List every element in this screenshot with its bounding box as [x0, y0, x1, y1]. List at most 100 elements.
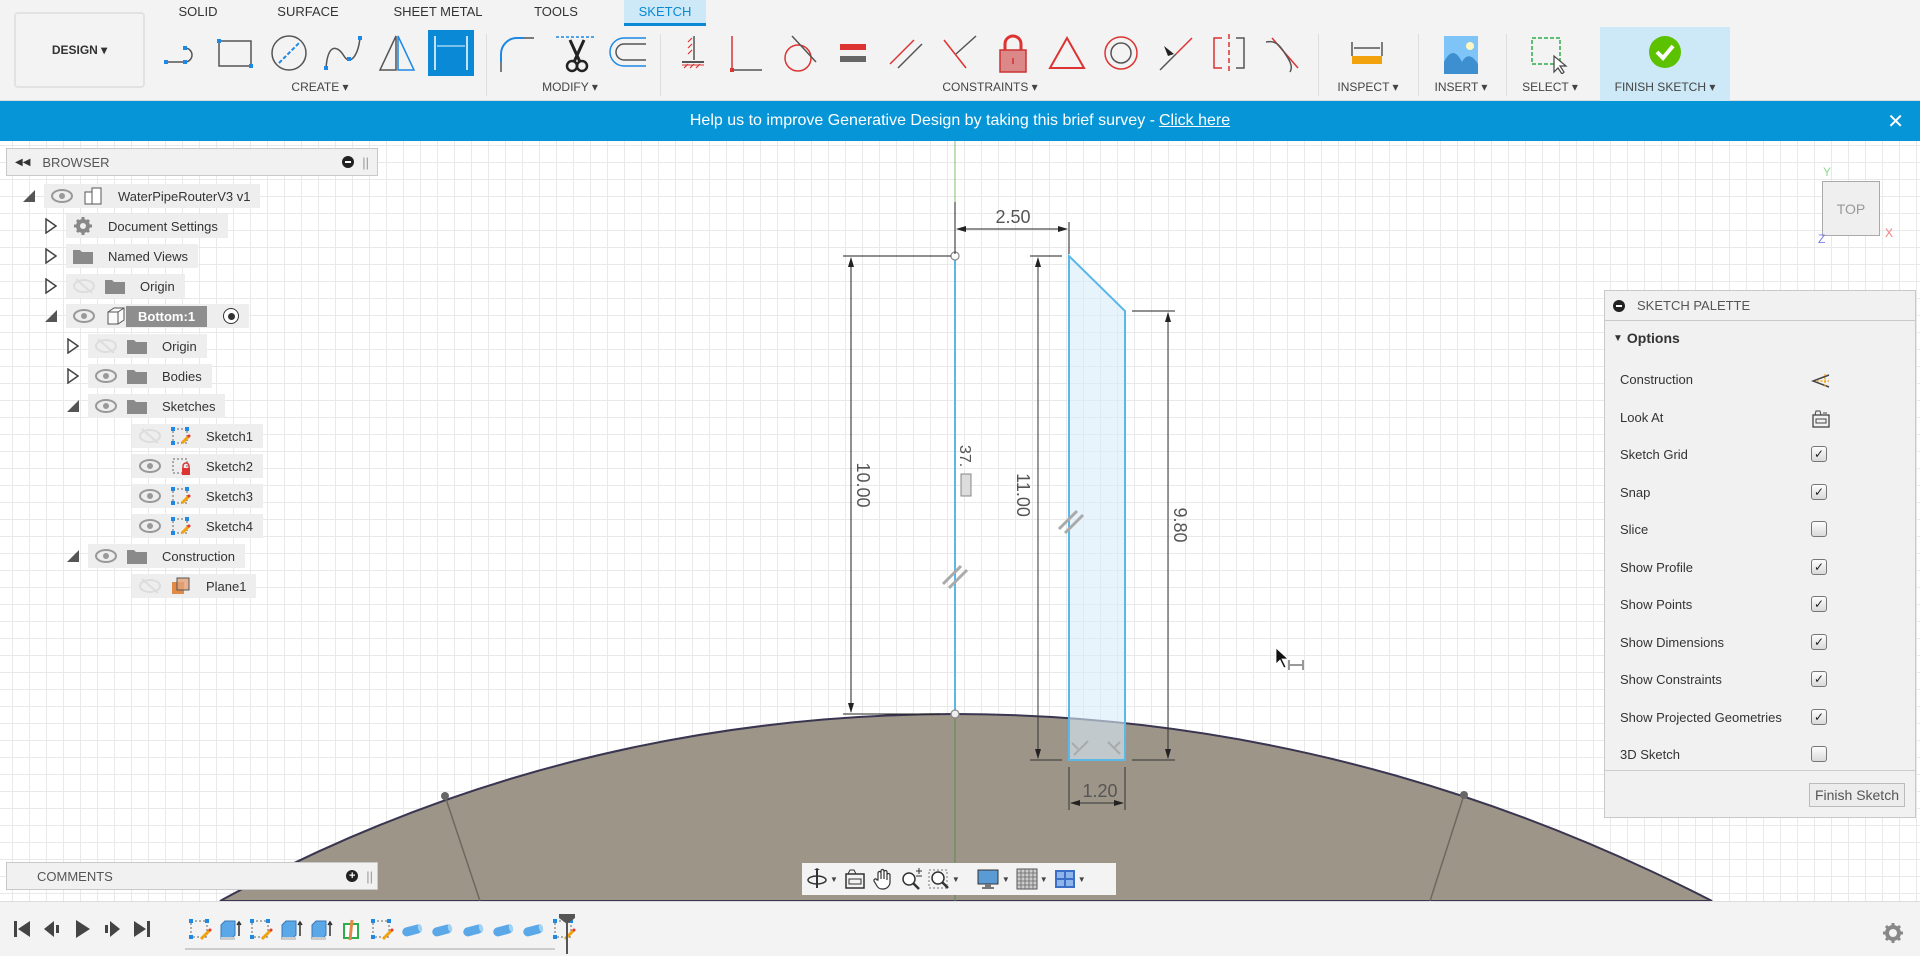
modify-menu[interactable]: MODIFY ▾ — [520, 80, 620, 94]
concentric-tool[interactable] — [1098, 30, 1144, 76]
dim-left-height[interactable]: 10.00 — [853, 462, 873, 507]
workspace-dropdown[interactable]: DESIGN ▾ — [14, 12, 145, 88]
measure-tool[interactable] — [1344, 30, 1390, 76]
eye-hidden-icon[interactable] — [138, 578, 162, 594]
mirror-tool[interactable] — [374, 30, 420, 76]
expand-icon[interactable] — [44, 218, 58, 234]
browser-item[interactable]: Named Views — [44, 244, 198, 268]
tangent-tool[interactable] — [776, 30, 822, 76]
constraints-menu[interactable]: CONSTRAINTS ▾ — [920, 80, 1060, 94]
show-projected-geometries-checkbox[interactable]: ✓ — [1811, 708, 1827, 725]
timeline-feature-split[interactable] — [340, 918, 364, 942]
select-menu[interactable]: SELECT ▾ — [1510, 80, 1590, 94]
browser-item[interactable]: Sketches — [66, 394, 226, 418]
sketch-profile[interactable] — [1068, 253, 1126, 761]
browser-item-pill[interactable]: Plane1 — [132, 574, 257, 598]
browser-item[interactable]: Sketch3 — [110, 484, 263, 508]
dim-bottom-width[interactable]: 1.20 — [1082, 781, 1117, 801]
coincident-tool[interactable] — [722, 30, 768, 76]
collapse-panel-icon[interactable]: ◀◀ — [15, 157, 30, 168]
browser-item[interactable]: Document Settings — [44, 214, 228, 238]
minimize-icon[interactable] — [342, 156, 355, 168]
browser-item[interactable]: Origin — [66, 334, 207, 358]
inspect-menu[interactable]: INSPECT ▾ — [1330, 80, 1406, 94]
curvature-tool[interactable] — [1260, 30, 1306, 76]
browser-item[interactable]: Plane1 — [110, 574, 257, 598]
timeline-settings-button[interactable] — [1882, 922, 1904, 944]
eye-icon[interactable] — [138, 518, 162, 534]
browser-item-pill[interactable]: Named Views — [66, 244, 198, 268]
eye-hidden-icon[interactable] — [94, 338, 118, 354]
expand-icon[interactable] — [66, 368, 80, 384]
eye-icon[interactable] — [94, 398, 118, 414]
browser-item-pill[interactable]: Sketches — [88, 394, 226, 418]
timeline-feature-pipe[interactable] — [491, 918, 515, 942]
sketch-dimension-tool[interactable] — [428, 30, 474, 76]
browser-item[interactable]: WaterPipeRouterV3 v1 — [22, 184, 261, 208]
dim-top-width[interactable]: 2.50 — [995, 207, 1030, 227]
trim-tool[interactable] — [552, 30, 598, 76]
collapse-icon[interactable] — [66, 548, 80, 564]
collapse-palette-icon[interactable] — [1613, 299, 1625, 312]
timeline-feature-sketch[interactable] — [370, 918, 394, 942]
browser-item-pill[interactable]: Sketch4 — [132, 514, 263, 538]
add-comment-icon[interactable]: + — [346, 870, 359, 882]
snap-checkbox[interactable]: ✓ — [1811, 483, 1827, 500]
look-at-icon[interactable] — [1811, 409, 1831, 429]
eye-icon[interactable] — [50, 188, 74, 204]
go-to-end-button[interactable] — [130, 918, 154, 940]
timeline-feature-pipe[interactable] — [521, 918, 545, 942]
grid-settings-button[interactable]: ▼ — [1016, 865, 1048, 893]
insert-menu[interactable]: INSERT ▾ — [1426, 80, 1496, 94]
close-icon[interactable]: ✕ — [1887, 109, 1904, 134]
browser-item[interactable]: Bodies — [66, 364, 212, 388]
timeline-feature-sketch[interactable] — [249, 918, 273, 942]
equal-tool[interactable] — [830, 30, 876, 76]
finish-sketch-menu[interactable]: FINISH SKETCH ▾ — [1600, 80, 1730, 94]
browser-item[interactable]: Origin — [44, 274, 185, 298]
eye-icon[interactable] — [138, 488, 162, 504]
fit-button[interactable]: ▼ — [928, 865, 960, 893]
pan-button[interactable] — [872, 865, 894, 893]
collapse-icon[interactable] — [22, 188, 36, 204]
browser-item-pill[interactable]: Bottom:1 — [66, 304, 250, 328]
eye-icon[interactable] — [72, 308, 96, 324]
sketch-point[interactable] — [441, 792, 449, 800]
fix-tool[interactable] — [670, 30, 716, 76]
tab-sketch[interactable]: SKETCH — [624, 0, 706, 26]
browser-item[interactable]: Bottom:1 — [44, 304, 250, 328]
browser-item-pill[interactable]: WaterPipeRouterV3 v1 — [44, 184, 261, 208]
dim-mid-height[interactable]: 11.00 — [1013, 473, 1033, 517]
circle-tool[interactable] — [266, 30, 312, 76]
zoom-button[interactable] — [900, 865, 922, 893]
construction-icon[interactable] — [1810, 371, 1831, 391]
browser-item[interactable]: Construction — [66, 544, 245, 568]
browser-item-pill[interactable]: Document Settings — [66, 214, 228, 238]
show-constraints-checkbox[interactable]: ✓ — [1811, 671, 1827, 687]
sketch-point[interactable] — [950, 709, 960, 719]
timeline-feature-pipe[interactable] — [461, 918, 485, 942]
dim-right-height[interactable]: 9.80 — [1170, 507, 1190, 542]
browser-item-pill[interactable]: Bodies — [88, 364, 212, 388]
pin-handle[interactable]: || — [366, 869, 373, 884]
play-button[interactable] — [70, 918, 94, 940]
3d-sketch-checkbox[interactable] — [1811, 746, 1827, 762]
browser-item-pill[interactable]: Origin — [66, 274, 185, 298]
midpoint-tool[interactable] — [1152, 30, 1198, 76]
tab-solid[interactable]: SOLID — [170, 0, 226, 26]
browser-item[interactable]: Sketch2 — [110, 454, 263, 478]
show-points-checkbox[interactable]: ✓ — [1811, 596, 1827, 612]
browser-item-pill[interactable]: Construction — [88, 544, 245, 568]
banner-link[interactable]: Click here — [1159, 112, 1230, 130]
line-tool[interactable] — [160, 30, 206, 76]
collapse-icon[interactable] — [66, 398, 80, 414]
step-forward-button[interactable] — [100, 918, 124, 940]
viewcube-top-face[interactable]: TOP — [1822, 181, 1880, 236]
browser-item[interactable]: Sketch4 — [110, 514, 263, 538]
browser-item-pill[interactable]: Sketch3 — [132, 484, 263, 508]
viewports-button[interactable]: ▼ — [1054, 865, 1086, 893]
parallel-tool[interactable] — [882, 30, 928, 76]
finish-sketch-button[interactable] — [1648, 35, 1682, 69]
show-profile-checkbox[interactable]: ✓ — [1811, 558, 1827, 575]
select-tool[interactable] — [1526, 30, 1572, 76]
